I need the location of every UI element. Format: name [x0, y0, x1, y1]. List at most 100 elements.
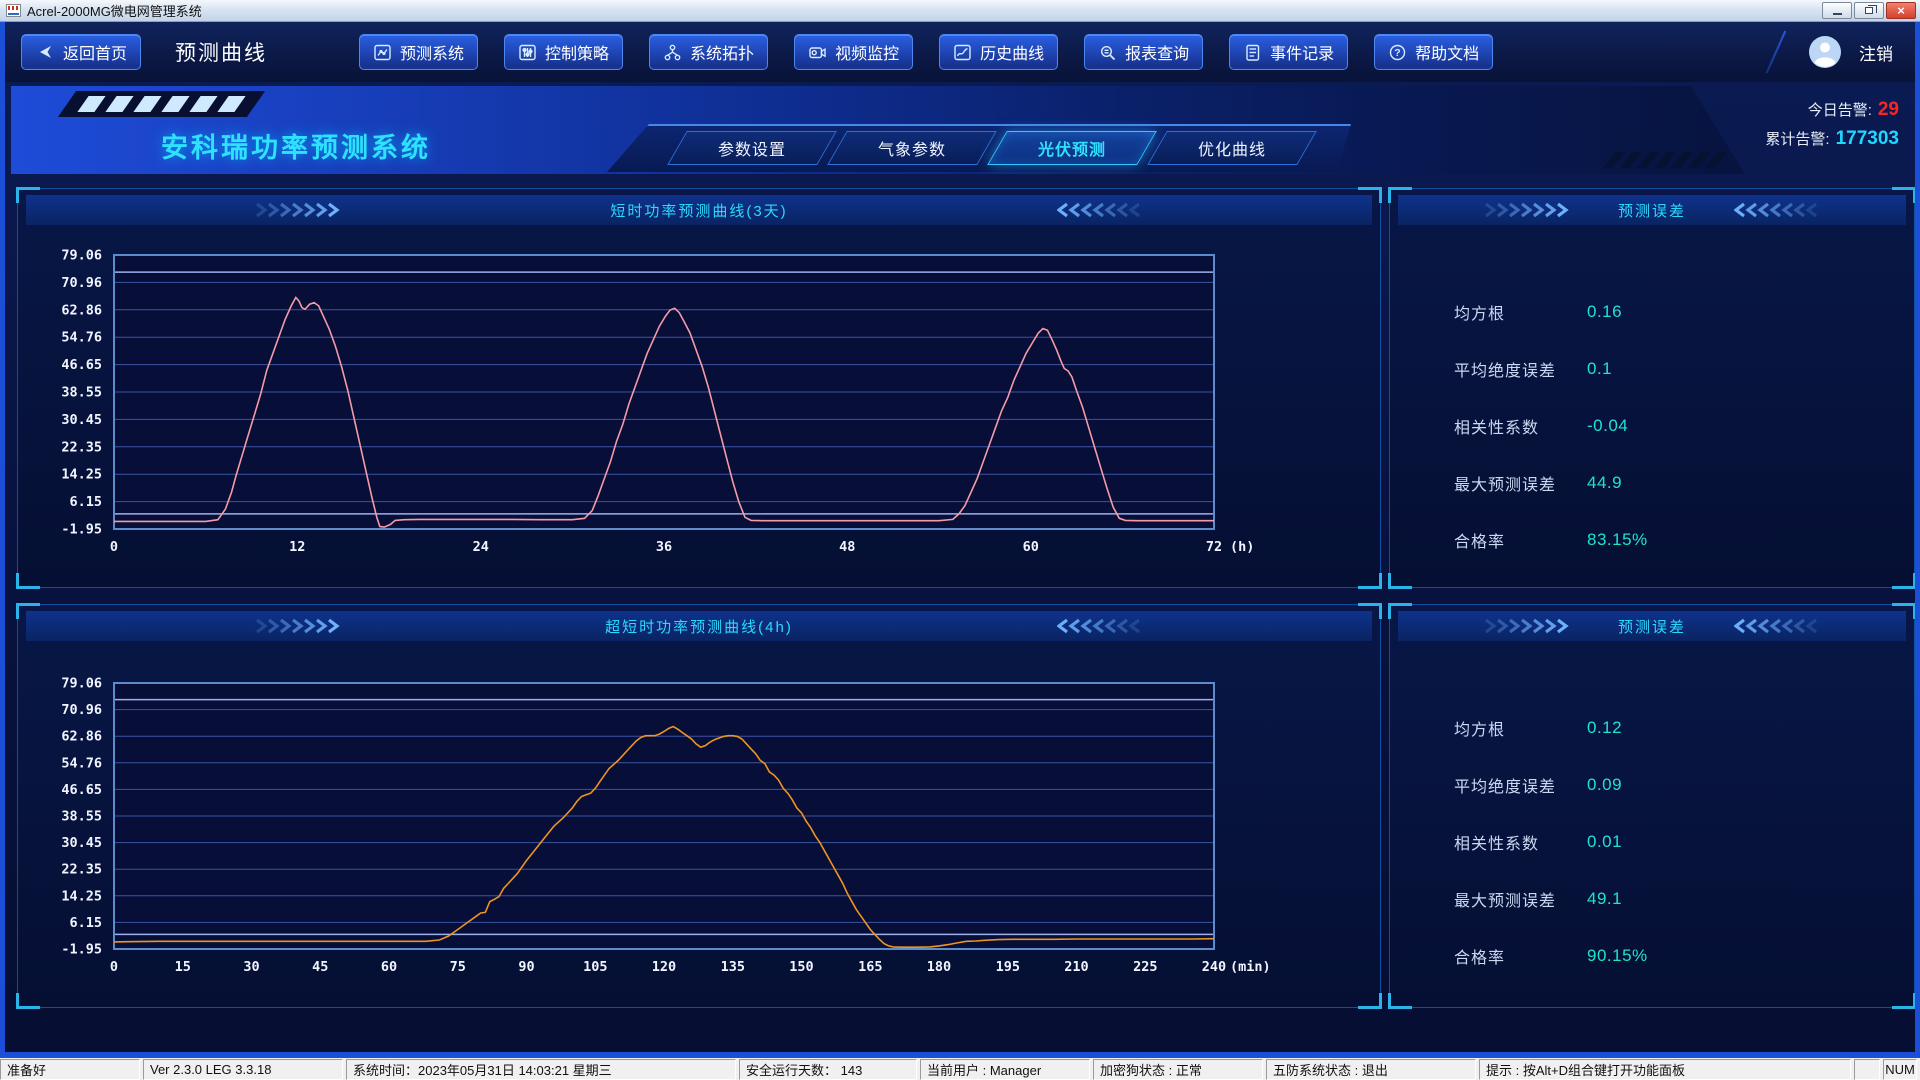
svg-text:75: 75 — [450, 959, 466, 975]
status-blank — [1854, 1059, 1880, 1080]
svg-text:30.45: 30.45 — [61, 412, 102, 428]
nav-button-system-topology[interactable]: 系统拓扑 — [649, 34, 768, 70]
nav-button-report-query[interactable]: 报表查询 — [1084, 34, 1203, 70]
short-term-chart-panel: 短时功率预测曲线(3天) 79.0670.9662.8654.7646.6538… — [17, 188, 1381, 588]
nav-button-help-doc[interactable]: ? 帮助文档 — [1374, 34, 1493, 70]
header-band: 安科瑞功率预测系统 参数设置 气象参数 光伏预测 优化曲线 — [11, 86, 1745, 174]
nav-button-event-log[interactable]: 事件记录 — [1229, 34, 1348, 70]
svg-text:?: ? — [1394, 47, 1400, 59]
metric-row: 相关性系数-0.04 — [1454, 397, 1914, 454]
metric-row: 最大预测误差44.9 — [1454, 454, 1914, 511]
logout-button[interactable]: 注销 — [1853, 39, 1899, 66]
svg-text:62.86: 62.86 — [61, 729, 102, 745]
minimize-icon — [1833, 13, 1842, 15]
video-monitor-icon — [808, 43, 827, 62]
total-alarm-row: 累计告警:177303 — [1765, 125, 1899, 154]
app-content: 返回首页 预测曲线 预测系统 控制策略 — [0, 22, 1920, 1058]
slash-decoration-right — [1603, 152, 1728, 168]
minimize-button[interactable] — [1822, 2, 1852, 19]
metric-value: 0.12 — [1587, 718, 1622, 738]
svg-text:0: 0 — [110, 959, 118, 975]
svg-text:90: 90 — [518, 959, 534, 975]
status-system-time: 系统时间：2023年05月31日 14:03:21 星期三 — [346, 1059, 736, 1080]
nav-button-history-curve[interactable]: 历史曲线 — [939, 34, 1058, 70]
metric-label: 合格率 — [1454, 528, 1587, 552]
total-alarm-value: 177303 — [1836, 128, 1899, 149]
nav-button-prediction-system[interactable]: 预测系统 — [359, 34, 478, 70]
metric-row: 平均绝度误差0.09 — [1454, 756, 1914, 813]
svg-text:30.45: 30.45 — [61, 835, 102, 851]
svg-text:24: 24 — [473, 539, 489, 555]
svg-text:36: 36 — [656, 539, 672, 555]
metric-row: 最大预测误差49.1 — [1454, 870, 1914, 927]
tab-parameter-settings[interactable]: 参数设置 — [667, 131, 837, 165]
svg-text:12: 12 — [289, 539, 305, 555]
svg-text:150: 150 — [789, 959, 813, 975]
nav-label: 历史曲线 — [980, 40, 1044, 64]
svg-text:72: 72 — [1206, 539, 1222, 555]
svg-text:135: 135 — [721, 959, 745, 975]
chart-svg: 79.0670.9662.8654.7646.6538.5530.4522.35… — [24, 241, 1272, 565]
back-home-button[interactable]: 返回首页 — [21, 34, 141, 70]
back-home-label: 返回首页 — [63, 40, 127, 64]
close-button[interactable]: × — [1886, 2, 1916, 19]
metric-value: 83.15% — [1587, 530, 1648, 550]
panel-header: 超短时功率预测曲线(4h) — [26, 611, 1372, 641]
restore-button[interactable] — [1854, 2, 1884, 19]
metric-label: 均方根 — [1454, 300, 1587, 324]
metric-row: 合格率83.15% — [1454, 511, 1914, 568]
tab-pv-forecast[interactable]: 光伏预测 — [987, 131, 1157, 165]
system-title: 安科瑞功率预测系统 — [161, 126, 431, 165]
top-navbar: 返回首页 预测曲线 预测系统 控制策略 — [5, 22, 1915, 82]
metric-value: 0.01 — [1587, 832, 1622, 852]
nav-button-control-strategy[interactable]: 控制策略 — [504, 34, 623, 70]
metric-label: 平均绝度误差 — [1454, 357, 1587, 381]
svg-text:6.15: 6.15 — [69, 915, 102, 931]
error-metrics: 均方根0.12 平均绝度误差0.09 相关性系数0.01 最大预测误差49.1 … — [1390, 641, 1914, 1007]
svg-text:195: 195 — [996, 959, 1020, 975]
window-title: Acrel-2000MG微电网管理系统 — [27, 1, 202, 20]
window-titlebar: Acrel-2000MG微电网管理系统 × — [0, 0, 1920, 22]
topology-icon — [663, 43, 682, 62]
metric-label: 相关性系数 — [1454, 414, 1587, 438]
svg-text:54.76: 54.76 — [61, 755, 102, 771]
svg-text:14.25: 14.25 — [61, 888, 102, 904]
tab-optimize-curve[interactable]: 优化曲线 — [1147, 131, 1317, 165]
nav-label: 视频监控 — [835, 40, 899, 64]
panel-title: 短时功率预测曲线(3天) — [610, 200, 787, 221]
nav-button-video-monitor[interactable]: 视频监控 — [794, 34, 913, 70]
event-log-icon — [1243, 43, 1262, 62]
svg-text:(h): (h) — [1230, 539, 1254, 555]
svg-text:45: 45 — [312, 959, 328, 975]
history-curve-icon — [953, 43, 972, 62]
ultra-short-term-power-chart: 79.0670.9662.8654.7646.6538.5530.4522.35… — [24, 669, 1272, 985]
svg-text:225: 225 — [1133, 959, 1157, 975]
status-current-user: 当前用户 : Manager — [920, 1059, 1090, 1080]
svg-text:62.86: 62.86 — [61, 302, 102, 318]
alert-counters: 今日告警:29 累计告警:177303 — [1765, 96, 1899, 154]
tab-label: 优化曲线 — [1198, 136, 1266, 160]
chevrons-right-icon — [1484, 618, 1570, 634]
svg-text:70.96: 70.96 — [61, 702, 102, 718]
prediction-system-icon — [373, 43, 392, 62]
svg-text:0: 0 — [110, 539, 118, 555]
panel-title: 预测误差 — [1618, 616, 1686, 637]
svg-text:165: 165 — [858, 959, 882, 975]
status-wufang: 五防系统状态 : 退出 — [1266, 1059, 1476, 1080]
tab-weather-params[interactable]: 气象参数 — [827, 131, 997, 165]
nav-label: 预测系统 — [400, 40, 464, 64]
metric-row: 合格率90.15% — [1454, 927, 1914, 984]
svg-text:60: 60 — [381, 959, 397, 975]
status-num-lock: NUM — [1883, 1059, 1917, 1080]
svg-text:79.06: 79.06 — [61, 248, 102, 264]
svg-text:38.55: 38.55 — [61, 385, 102, 401]
chevrons-right-icon — [255, 618, 341, 634]
status-safe-days: 安全运行天数： 143 — [739, 1059, 917, 1080]
tab-label: 光伏预测 — [1038, 136, 1106, 160]
nav-label: 控制策略 — [545, 40, 609, 64]
svg-text:60: 60 — [1023, 539, 1039, 555]
help-doc-icon: ? — [1388, 43, 1407, 62]
chevrons-left-icon — [1057, 202, 1143, 218]
svg-text:30: 30 — [243, 959, 259, 975]
app-icon — [6, 4, 21, 17]
